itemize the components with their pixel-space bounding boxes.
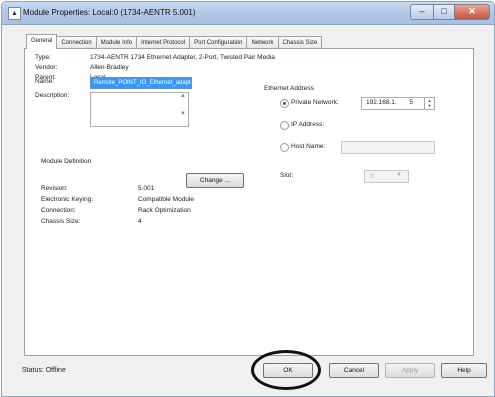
private-network-prefix: 192.168.1. (366, 99, 397, 106)
ip-address-label: IP Address: (291, 121, 325, 128)
apply-button[interactable]: Apply (385, 363, 435, 378)
slot-value: 0 (370, 173, 374, 180)
connection-value: Rack Optimization (138, 207, 191, 214)
cancel-button[interactable]: Cancel (329, 363, 379, 378)
host-name-label: Host Name: (291, 143, 326, 150)
vendor-label: Vendor: (35, 64, 58, 71)
revision-value: 5.001 (138, 185, 155, 192)
octet-spinner[interactable]: ▲ ▼ (424, 98, 434, 109)
ok-highlight-circle (251, 350, 321, 390)
ethernet-address-heading: Ethernet Address (264, 85, 314, 92)
help-button[interactable]: Help (441, 363, 487, 378)
name-input[interactable]: Remote_POINT_IO_Ethernet_adapter (90, 77, 192, 89)
name-label: Name: (35, 78, 55, 85)
description-input[interactable]: ▲ ▼ (90, 92, 189, 127)
spin-down-icon[interactable]: ▼ (428, 103, 432, 108)
slot-select[interactable]: 0 ▼ (364, 170, 409, 183)
electronic-keying-value: Compatible Module (138, 196, 195, 203)
revision-label: Revision: (41, 185, 68, 192)
host-name-radio[interactable] (280, 143, 289, 152)
tab-general[interactable]: General (26, 34, 58, 49)
electronic-keying-label: Electronic Keying: (41, 196, 94, 203)
host-name-input[interactable] (341, 141, 435, 154)
module-definition-heading: Module Definition (41, 158, 92, 165)
caption-buttons: – □ ✕ (410, 4, 490, 20)
connection-label: Connection: (41, 207, 76, 214)
chevron-down-icon: ▼ (396, 172, 402, 178)
minimize-button[interactable]: – (410, 4, 434, 20)
private-network-radio[interactable] (280, 99, 289, 108)
slot-label: Slot: (280, 172, 294, 179)
title-bar[interactable]: ▲ Module Properties: Local:0 (1734-AENTR… (2, 2, 494, 25)
private-network-last-octet: 5 (409, 99, 413, 106)
description-label: Description: (35, 92, 70, 99)
chassis-size-value: 4 (138, 218, 142, 225)
description-scrollbar[interactable]: ▲ ▼ (178, 93, 188, 126)
window-title: Module Properties: Local:0 (1734-AENTR 5… (23, 8, 196, 17)
scroll-down-icon[interactable]: ▼ (180, 111, 186, 117)
app-icon: ▲ (8, 7, 21, 20)
close-button[interactable]: ✕ (455, 4, 490, 20)
change-button[interactable]: Change ... (186, 173, 244, 188)
vendor-value: Allen-Bradley (90, 64, 129, 71)
type-value: 1734-AENTR 1734 Ethernet Adapter, 2-Port… (90, 54, 275, 61)
status-text: Status: Offline (22, 367, 66, 374)
chassis-size-label: Chassis Size: (41, 218, 81, 225)
type-label: Type: (35, 54, 51, 61)
scroll-up-icon[interactable]: ▲ (180, 93, 186, 99)
ip-address-radio[interactable] (280, 121, 289, 130)
private-network-label: Private Network: (291, 99, 339, 106)
private-network-address[interactable]: 192.168.1. 5 ▲ ▼ (361, 97, 435, 110)
maximize-button[interactable]: □ (434, 4, 455, 20)
